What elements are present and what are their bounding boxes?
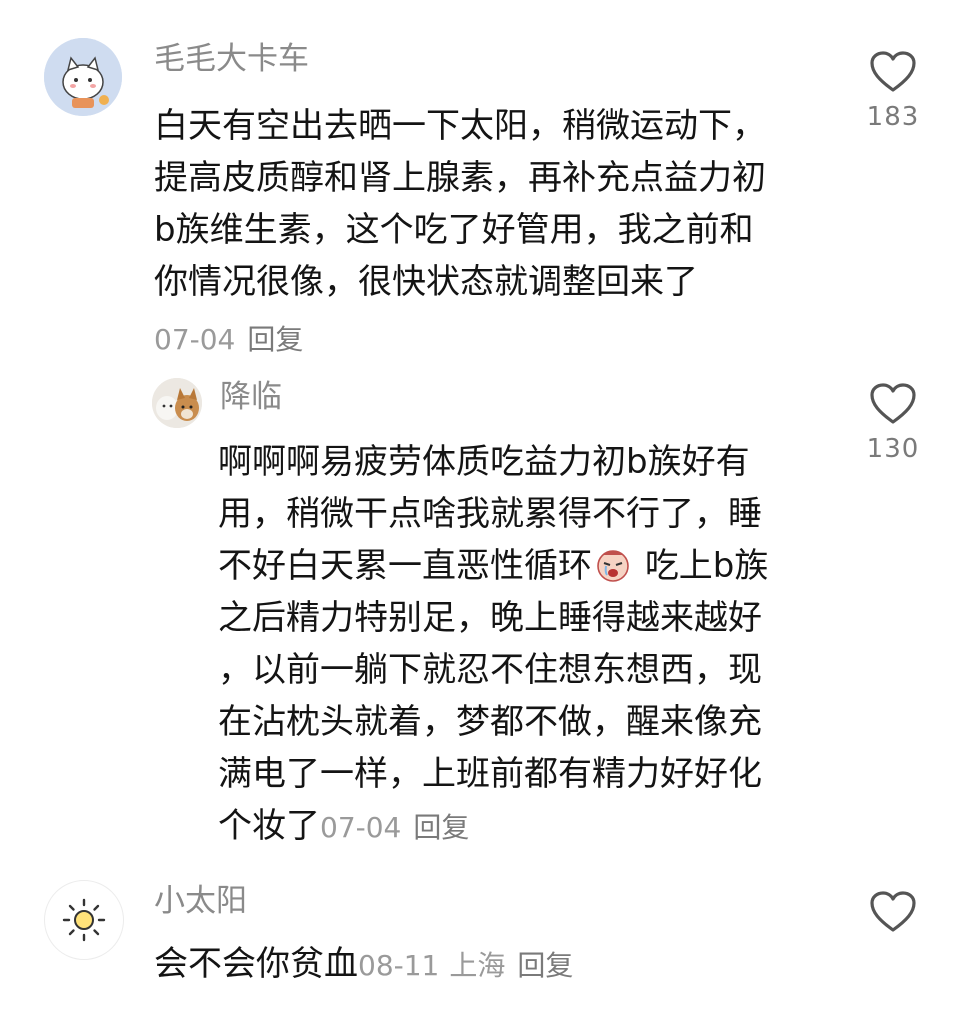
comment-line: 在沾枕头就着，梦都不做，醒来像充 bbox=[218, 702, 762, 742]
avatar[interactable] bbox=[44, 880, 124, 960]
reply-button[interactable]: 回复 bbox=[517, 949, 573, 982]
dogs-photo-icon bbox=[152, 378, 202, 428]
comment-line-part: 吃上b族 bbox=[644, 546, 769, 586]
comment-date: 08-11 bbox=[358, 949, 440, 982]
comment-line-part: 会不会你贫血 bbox=[154, 944, 358, 984]
username[interactable]: 小太阳 bbox=[154, 886, 247, 917]
comment-line: 提高皮质醇和肾上腺素，再补充点益力初 bbox=[154, 158, 766, 198]
reply-button[interactable]: 回复 bbox=[413, 811, 469, 844]
comment-text: 啊啊啊易疲劳体质吃益力初b族好有 用，稍微干点啥我就累得不行了，睡 不好白天累一… bbox=[218, 436, 768, 852]
comment-line: ，以前一躺下就忍不住想东想西，现 bbox=[218, 650, 762, 690]
comment-line: b族维生素，这个吃了好管用，我之前和 bbox=[154, 210, 754, 250]
comment-line: 满电了一样，上班前都有精力好好化 bbox=[218, 754, 762, 794]
comment-line-with-emoji: 不好白天累一直恶性循环 吃上b族 bbox=[218, 540, 768, 592]
like-button[interactable] bbox=[858, 890, 928, 934]
comment-line-with-meta: 个妆了07-04 回复 bbox=[218, 800, 768, 852]
comment-line: 你情况很像，很快状态就调整回来了 bbox=[154, 262, 698, 302]
sun-icon bbox=[62, 898, 106, 942]
comment-meta: 07-04 回复 bbox=[154, 308, 766, 360]
comment-line-part: 个妆了 bbox=[218, 806, 320, 846]
reply-button[interactable]: 回复 bbox=[247, 323, 303, 356]
username[interactable]: 毛毛大卡车 bbox=[154, 44, 309, 75]
comment-line: 啊啊啊易疲劳体质吃益力初b族好有 bbox=[218, 442, 750, 482]
like-count: 130 bbox=[866, 434, 920, 464]
avatar[interactable] bbox=[152, 378, 202, 428]
comment-line-part: 不好白天累一直恶性循环 bbox=[218, 546, 592, 586]
like-button[interactable]: 183 bbox=[858, 50, 928, 132]
heart-icon bbox=[870, 51, 916, 92]
comment-location: 上海 bbox=[449, 949, 506, 982]
comment-date: 07-04 bbox=[154, 323, 236, 356]
username[interactable]: 降临 bbox=[220, 382, 282, 413]
avatar[interactable] bbox=[44, 38, 122, 116]
crying-face-emoji-icon bbox=[597, 550, 629, 582]
like-button[interactable]: 130 bbox=[858, 382, 928, 464]
cartoon-cat-icon bbox=[44, 38, 122, 116]
comment-date: 07-04 bbox=[320, 811, 402, 844]
comment-line: 用，稍微干点啥我就累得不行了，睡 bbox=[218, 494, 762, 534]
like-count: 183 bbox=[866, 102, 920, 132]
comment-line-with-meta: 会不会你贫血08-11 上海 回复 bbox=[154, 938, 573, 990]
comment-text: 白天有空出去晒一下太阳，稍微运动下， 提高皮质醇和肾上腺素，再补充点益力初 b族… bbox=[154, 100, 766, 360]
heart-icon bbox=[870, 383, 916, 424]
comment-line: 之后精力特别足，晚上睡得越来越好 bbox=[218, 598, 762, 638]
comment-text: 会不会你贫血08-11 上海 回复 bbox=[154, 938, 573, 990]
comment-line: 白天有空出去晒一下太阳，稍微运动下， bbox=[154, 106, 766, 146]
heart-icon bbox=[870, 891, 916, 932]
